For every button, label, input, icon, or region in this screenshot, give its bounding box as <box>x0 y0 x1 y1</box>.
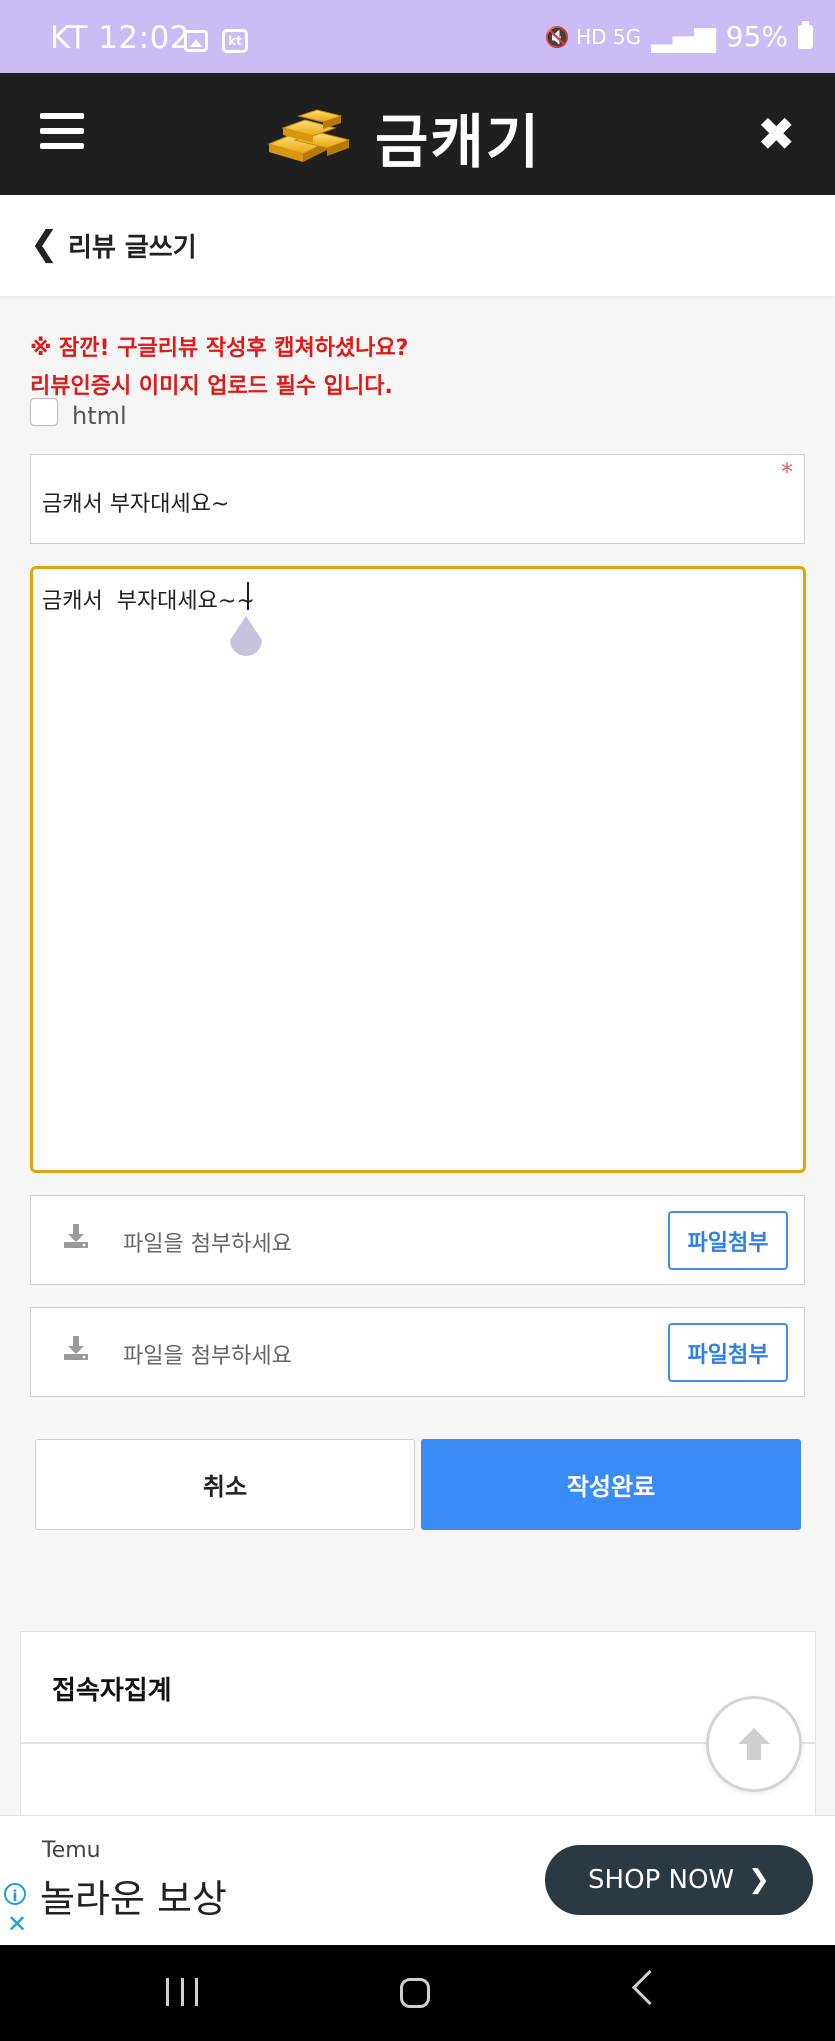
subject-value: 금캐서 부자대세요~ <box>42 492 230 517</box>
scroll-to-top-button[interactable] <box>706 1696 802 1792</box>
status-icons: 🔇 HD 5G ▂▄▆ 95% <box>545 20 813 53</box>
chevron-right-icon: ❯ <box>748 1865 770 1895</box>
text-cursor-handle-icon[interactable] <box>226 614 266 662</box>
file-placeholder-1: 파일을 첨부하세요 <box>123 1232 292 1257</box>
attach-file-button-1[interactable]: 파일첨부 <box>668 1211 788 1270</box>
ad-brand: Temu <box>42 1838 101 1863</box>
stats-divider <box>20 1742 816 1744</box>
ad-close-icon[interactable]: ✕ <box>7 1910 27 1938</box>
status-bar: KT 12:02 kt 🔇 HD 5G ▂▄▆ 95% <box>0 0 835 73</box>
arrow-up-icon <box>738 1728 770 1760</box>
shop-now-button[interactable]: SHOP NOW ❯ <box>545 1845 813 1915</box>
status-time: KT 12:02 <box>50 20 191 56</box>
notice-line-2: 리뷰인증시 이미지 업로드 필수 입니다. <box>30 374 393 399</box>
hamburger-icon[interactable] <box>40 113 84 149</box>
ad-headline[interactable]: 놀라운 보상 <box>40 1868 227 1923</box>
submit-button[interactable]: 작성완료 <box>421 1439 801 1530</box>
recent-apps-icon[interactable] <box>166 1978 198 2006</box>
battery-icon <box>798 20 813 49</box>
notice-line-1: ※ 잠깐! 구글리뷰 작성후 캡쳐하셨나요? <box>30 336 409 361</box>
kt-notification-icon: kt <box>222 29 248 53</box>
home-icon[interactable] <box>400 1978 430 2008</box>
gold-bars-icon <box>267 109 351 162</box>
attach-file-button-2[interactable]: 파일첨부 <box>668 1323 788 1382</box>
download-icon <box>64 1336 88 1360</box>
back-chevron-icon[interactable]: ❮ <box>30 224 59 264</box>
content-value: 금캐서 부자대세요~~ <box>42 589 255 614</box>
html-checkbox-label: html <box>72 402 127 430</box>
shop-now-label: SHOP NOW <box>588 1865 735 1895</box>
download-icon <box>64 1224 88 1248</box>
network-icons: 🔇 HD 5G <box>544 24 642 49</box>
file-placeholder-2: 파일을 첨부하세요 <box>123 1344 292 1369</box>
content-textarea[interactable] <box>30 566 806 1173</box>
ad-info-icon[interactable]: i <box>4 1883 26 1905</box>
signal-icon: ▂▄▆ <box>651 20 716 53</box>
text-caret <box>247 582 249 610</box>
battery-percent: 95% <box>725 20 788 53</box>
gallery-notification-icon <box>184 30 208 52</box>
required-mark: * <box>781 458 793 486</box>
brand-title[interactable]: 금캐기 <box>375 95 541 179</box>
html-checkbox[interactable] <box>30 398 58 426</box>
page-title: 리뷰 글쓰기 <box>68 233 197 263</box>
visitor-stats-title: 접속자집계 <box>52 1676 172 1706</box>
cancel-button[interactable]: 취소 <box>35 1439 415 1530</box>
review-notice: ※ 잠깐! 구글리뷰 작성후 캡쳐하셨나요? 리뷰인증시 이미지 업로드 필수 … <box>30 330 408 406</box>
close-icon[interactable]: ✖ <box>757 108 796 160</box>
